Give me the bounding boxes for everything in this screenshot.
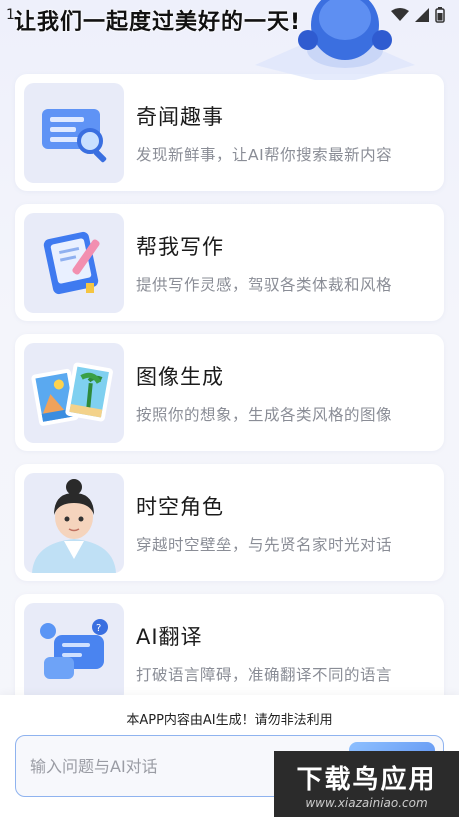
app-screen: 1 让我们一起度过美好的一天! 奇闻趣事 发现新鲜事，让AI帮你搜索最新内容 帮… <box>0 0 459 817</box>
thumb <box>24 212 124 313</box>
card-title: AI翻译 <box>136 624 203 649</box>
svg-text:?: ? <box>96 623 101 634</box>
card-title: 奇闻趣事 <box>136 104 224 129</box>
status-icons <box>391 7 445 23</box>
card-desc: 穿越时空壁垒，与先贤名家时光对话 <box>136 535 393 554</box>
translate-chat-icon: ? <box>40 618 108 679</box>
card-title: 时空角色 <box>136 494 224 519</box>
thumb <box>24 82 124 183</box>
card-title: 图像生成 <box>136 364 224 389</box>
thumb <box>24 342 124 443</box>
battery-icon <box>435 7 445 23</box>
card-desc: 提供写作灵感，驾驭各类体裁和风格 <box>136 275 393 294</box>
thumb: ? <box>24 602 124 703</box>
site-watermark: 下载鸟应用 www.xiazainiao.com <box>274 751 459 817</box>
card-desc: 打破语言障碍，准确翻译不同的语言 <box>136 665 393 684</box>
wifi-icon <box>391 8 409 21</box>
card-desc: 按照你的想象，生成各类风格的图像 <box>136 405 393 424</box>
page-title: 让我们一起度过美好的一天! <box>14 10 302 35</box>
card-writing[interactable]: 帮我写作 提供写作灵感，驾驭各类体裁和风格 <box>15 204 444 321</box>
card-curious-news[interactable]: 奇闻趣事 发现新鲜事，让AI帮你搜索最新内容 <box>15 74 444 191</box>
signal-icon <box>415 8 429 22</box>
writing-book-icon <box>43 231 100 294</box>
ai-notice: 本APP内容由AI生成！请勿非法利用 <box>126 713 333 728</box>
card-title: 帮我写作 <box>136 234 224 259</box>
search-document-icon <box>42 108 107 162</box>
feature-list: 奇闻趣事 发现新鲜事，让AI帮你搜索最新内容 帮我写作 提供写作灵感，驾驭各类体… <box>15 74 444 724</box>
card-desc: 发现新鲜事，让AI帮你搜索最新内容 <box>136 145 393 164</box>
image-photos-icon <box>31 362 113 426</box>
character-avatar-icon <box>32 478 116 573</box>
card-image-gen[interactable]: 图像生成 按照你的想象，生成各类风格的图像 <box>15 334 444 451</box>
thumb <box>24 472 124 573</box>
card-time-character[interactable]: 时空角色 穿越时空壁垒，与先贤名家时光对话 <box>15 464 444 581</box>
card-translate[interactable]: ? AI翻译 打破语言障碍，准确翻译不同的语言 <box>15 594 444 711</box>
watermark-main: 下载鸟应用 <box>296 764 437 795</box>
watermark-url: www.xiazainiao.com <box>305 795 428 810</box>
